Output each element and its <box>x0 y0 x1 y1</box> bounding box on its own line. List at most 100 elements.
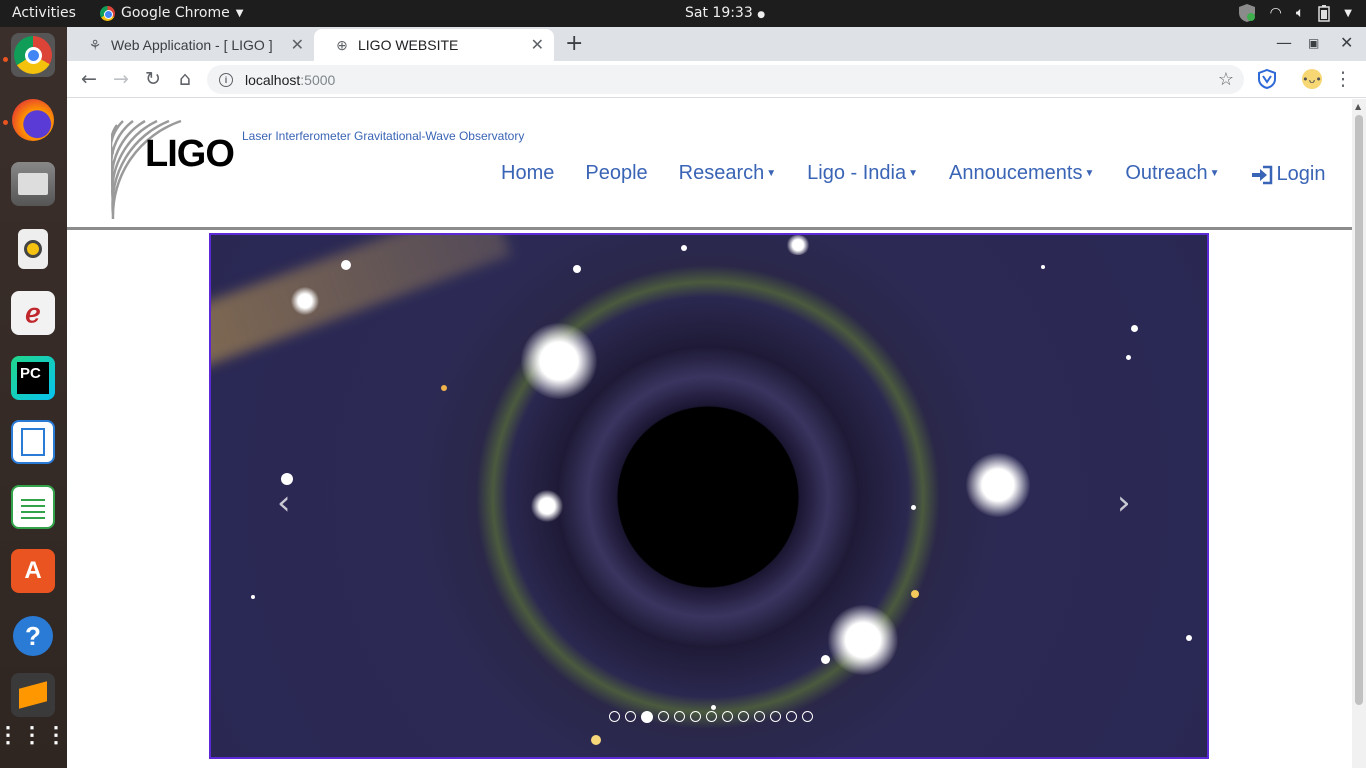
carousel-prev-icon[interactable]: ‹ <box>277 483 291 523</box>
bright-star <box>531 490 563 522</box>
bright-star <box>521 323 597 399</box>
tab-strip: ⚘ Web Application - [ LIGO ] ✕ ⊕ LIGO WE… <box>67 27 1366 61</box>
main-nav: Home People Research ▼ Ligo - India ▼ Anno… <box>501 160 1352 186</box>
bright-star <box>966 453 1030 517</box>
reload-button[interactable]: ↻ <box>141 67 165 91</box>
carousel-dot[interactable] <box>786 711 797 722</box>
app-menu-label: Google Chrome <box>121 5 230 21</box>
carousel-dot[interactable] <box>674 711 685 722</box>
star <box>821 655 830 664</box>
maximize-button[interactable]: ▣ <box>1308 36 1319 50</box>
info-icon[interactable]: i <box>219 72 233 87</box>
star <box>681 245 687 251</box>
browser-window: ⚘ Web Application - [ LIGO ] ✕ ⊕ LIGO WE… <box>67 27 1366 768</box>
app-menu[interactable]: Google Chrome ▼ <box>100 5 243 21</box>
star <box>341 260 351 270</box>
tab-ligo-website[interactable]: ⊕ LIGO WEBSITE ✕ <box>314 29 554 61</box>
app-grid-icon[interactable]: ⋮⋮⋮ <box>0 713 67 757</box>
tab-web-application[interactable]: ⚘ Web Application - [ LIGO ] ✕ <box>67 29 314 61</box>
nav-outreach[interactable]: Outreach ▼ <box>1125 160 1219 186</box>
star <box>911 590 919 598</box>
home-button[interactable]: ⌂ <box>173 67 197 91</box>
carousel-dot[interactable] <box>754 711 765 722</box>
clock-label: Sat 19:33 <box>685 5 753 21</box>
help-icon[interactable]: ? <box>11 614 55 658</box>
running-indicator <box>3 57 8 62</box>
tab-label: Web Application - [ LIGO ] <box>111 37 273 53</box>
shield-update-icon[interactable] <box>1238 3 1256 23</box>
sublime-icon[interactable] <box>11 673 55 717</box>
nav-announcements[interactable]: Annoucements ▼ <box>949 160 1094 186</box>
close-window-button[interactable]: ✕ <box>1340 33 1353 52</box>
bright-star <box>828 605 898 675</box>
caret-down-icon: ▼ <box>1209 167 1220 179</box>
activities-button[interactable]: Activities <box>12 5 76 21</box>
system-top-bar: Activities Google Chrome ▼ Sat 19:33 ● ◠… <box>0 0 1366 27</box>
carousel-dot-active[interactable] <box>641 711 653 723</box>
writer-icon[interactable] <box>11 420 55 464</box>
carousel-dot[interactable] <box>706 711 717 722</box>
star <box>573 265 581 273</box>
star <box>1041 265 1045 269</box>
site-header: LIGO Laser Interferometer Gravitational-… <box>67 99 1352 230</box>
site-logo-text[interactable]: LIGO <box>145 133 235 176</box>
carousel-next-icon[interactable]: › <box>1117 483 1131 523</box>
document-viewer-icon[interactable]: ℯ <box>11 291 55 335</box>
chevron-down-icon: ▼ <box>235 7 244 19</box>
vpn-shield-icon[interactable] <box>1258 69 1276 89</box>
carousel-dot[interactable] <box>802 711 813 722</box>
scrollbar-thumb[interactable] <box>1355 115 1363 705</box>
forward-button[interactable]: → <box>109 67 133 91</box>
nav-label: Research <box>678 161 765 184</box>
rhythmbox-icon[interactable] <box>11 227 55 271</box>
chrome-icon[interactable] <box>11 33 55 77</box>
address-port: :5000 <box>300 71 336 88</box>
software-icon[interactable]: A <box>11 549 55 593</box>
star <box>1131 325 1138 332</box>
back-button[interactable]: ← <box>77 67 101 91</box>
nav-people[interactable]: People <box>585 160 647 186</box>
system-tray[interactable]: ◠ 🔈︎ ▼ <box>1238 3 1352 23</box>
volume-icon[interactable]: 🔈︎ <box>1296 5 1304 21</box>
carousel-dot[interactable] <box>690 711 701 722</box>
caret-down-icon: ▼ <box>908 167 919 179</box>
pycharm-icon[interactable]: PC <box>11 356 55 400</box>
battery-icon[interactable] <box>1318 4 1331 22</box>
scroll-up-icon[interactable]: ▲ <box>1355 102 1361 111</box>
login-link[interactable]: Login <box>1251 163 1326 186</box>
carousel-dot[interactable] <box>738 711 749 722</box>
bookmark-star-icon[interactable]: ☆ <box>1218 69 1234 90</box>
login-label: Login <box>1276 163 1326 185</box>
github-icon: ⚘ <box>88 36 102 53</box>
minimize-button[interactable]: — <box>1276 33 1292 52</box>
carousel-dot[interactable] <box>770 711 781 722</box>
address-bar[interactable]: i localhost:5000 ☆ <box>207 65 1244 94</box>
calc-icon[interactable] <box>11 485 55 529</box>
nav-ligo-india[interactable]: Ligo - India ▼ <box>807 160 918 186</box>
chevron-down-icon[interactable]: ▼ <box>1344 8 1352 19</box>
nav-label: Home <box>501 161 555 184</box>
profile-avatar[interactable]: •ᴗ• <box>1302 69 1322 89</box>
carousel-dot[interactable] <box>658 711 669 722</box>
files-icon[interactable] <box>11 162 55 206</box>
close-icon[interactable]: ✕ <box>291 35 304 55</box>
carousel-dot[interactable] <box>609 711 620 722</box>
carousel-indicators <box>609 711 813 723</box>
wifi-icon[interactable]: ◠ <box>1270 5 1282 21</box>
image-carousel[interactable]: ‹ › <box>209 233 1209 759</box>
page-scrollbar[interactable]: ▲ <box>1352 99 1366 768</box>
chrome-icon <box>100 5 115 21</box>
menu-kebab-icon[interactable]: ⋮ <box>1331 67 1355 91</box>
star <box>711 705 716 710</box>
new-tab-button[interactable]: + <box>565 31 583 56</box>
close-icon[interactable]: ✕ <box>531 35 544 55</box>
firefox-icon[interactable] <box>11 98 55 142</box>
carousel-dot[interactable] <box>625 711 636 722</box>
carousel-dot[interactable] <box>722 711 733 722</box>
tab-label: LIGO WEBSITE <box>358 37 459 53</box>
nav-research[interactable]: Research ▼ <box>679 160 777 186</box>
clock[interactable]: Sat 19:33 ● <box>685 5 765 21</box>
caret-down-icon: ▼ <box>1084 167 1095 179</box>
address-host: localhost <box>245 71 301 88</box>
nav-home[interactable]: Home <box>501 160 554 186</box>
